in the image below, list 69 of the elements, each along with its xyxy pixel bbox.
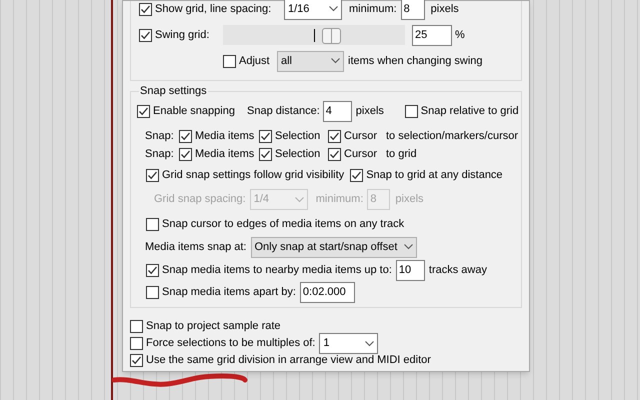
checkbox[interactable] <box>130 337 143 350</box>
checkbox-label: Media items <box>195 128 254 144</box>
label: pixels <box>430 2 459 15</box>
checkbox[interactable] <box>139 28 152 42</box>
checkbox-label: Show grid, line spacing: <box>155 2 272 17</box>
checkbox[interactable] <box>146 168 159 182</box>
checkbox[interactable] <box>350 168 364 182</box>
label: minimum: <box>349 2 397 15</box>
checkbox-label: Enable snapping <box>153 104 235 119</box>
checkbox-label: Force selections to be multiples of: <box>146 336 316 352</box>
chevron-icon <box>365 340 374 346</box>
input-field[interactable]: 8 <box>400 0 425 20</box>
input-field[interactable]: 10 <box>396 260 425 281</box>
chevron-icon <box>331 58 340 64</box>
checkbox-label: Media items <box>195 146 254 162</box>
checkbox-label: Grid snap settings follow grid visibility <box>162 168 344 183</box>
checkbox[interactable] <box>179 130 192 142</box>
checkbox-label: Use the same grid division in arrange view and MIDI editor <box>146 353 431 368</box>
label: pixels <box>395 193 424 206</box>
checkbox[interactable] <box>130 320 143 333</box>
label: to selection/markers/cursor <box>386 128 518 144</box>
checkbox-label: Swing grid: <box>155 28 210 43</box>
checkbox-label: Snap cursor to edges of media items on any track <box>162 216 404 232</box>
checkbox-label: Snap media items to nearby media items up to: <box>162 263 392 278</box>
label: Snap: <box>145 130 174 142</box>
dropdown[interactable]: 1/16 <box>284 0 342 20</box>
checkbox[interactable] <box>223 54 236 68</box>
chevron-icon <box>404 244 412 250</box>
checkbox[interactable] <box>130 354 143 367</box>
checkbox[interactable] <box>146 218 159 230</box>
label: minimum: <box>316 193 364 206</box>
input-field[interactable]: 25 <box>412 24 452 46</box>
checkbox-label: Selection <box>275 146 320 162</box>
checkbox[interactable] <box>146 264 159 277</box>
label: % <box>455 28 465 41</box>
checkbox[interactable] <box>259 148 272 160</box>
checkbox-label: Cursor <box>344 128 378 144</box>
label: items when changing swing <box>348 54 483 67</box>
input-field[interactable]: 0:02.000 <box>300 282 355 303</box>
checkbox[interactable] <box>404 104 418 118</box>
checkbox[interactable] <box>328 130 341 142</box>
checkbox-label: Snap relative to grid <box>420 104 519 119</box>
label: Snap distance: <box>247 104 320 119</box>
label: pixels <box>356 104 384 117</box>
checkbox-label: Adjust <box>239 54 270 69</box>
label: Snap: <box>145 148 174 160</box>
label: Grid snap spacing: <box>154 193 246 206</box>
label: Media items snap at: <box>145 240 246 253</box>
checkbox-label: Cursor <box>344 146 378 162</box>
dropdown[interactable]: Only snap at start/snap offset <box>250 236 416 258</box>
label: tracks away <box>428 264 487 276</box>
dropdown[interactable]: all <box>277 50 344 72</box>
checkbox-label: Snap to project sample rate <box>146 319 281 334</box>
input-field[interactable]: 4 <box>322 100 352 122</box>
checkbox[interactable] <box>146 286 159 299</box>
dropdown[interactable]: 1 <box>319 333 378 354</box>
checkbox[interactable] <box>259 130 272 142</box>
checkbox[interactable] <box>179 148 192 160</box>
checkbox-label: Snap to grid at any distance <box>366 168 503 183</box>
checkbox[interactable] <box>137 104 150 118</box>
checkbox-label: Snap media items apart by: <box>162 285 296 300</box>
group-title: Snap settings <box>139 83 208 100</box>
checkbox[interactable] <box>328 148 341 160</box>
checkbox[interactable] <box>139 2 152 16</box>
slider-thumb[interactable] <box>322 28 342 44</box>
chevron-icon <box>329 6 338 12</box>
checkbox-label: Selection <box>275 128 320 144</box>
chevron-icon <box>294 196 304 202</box>
label: to grid <box>386 146 417 162</box>
